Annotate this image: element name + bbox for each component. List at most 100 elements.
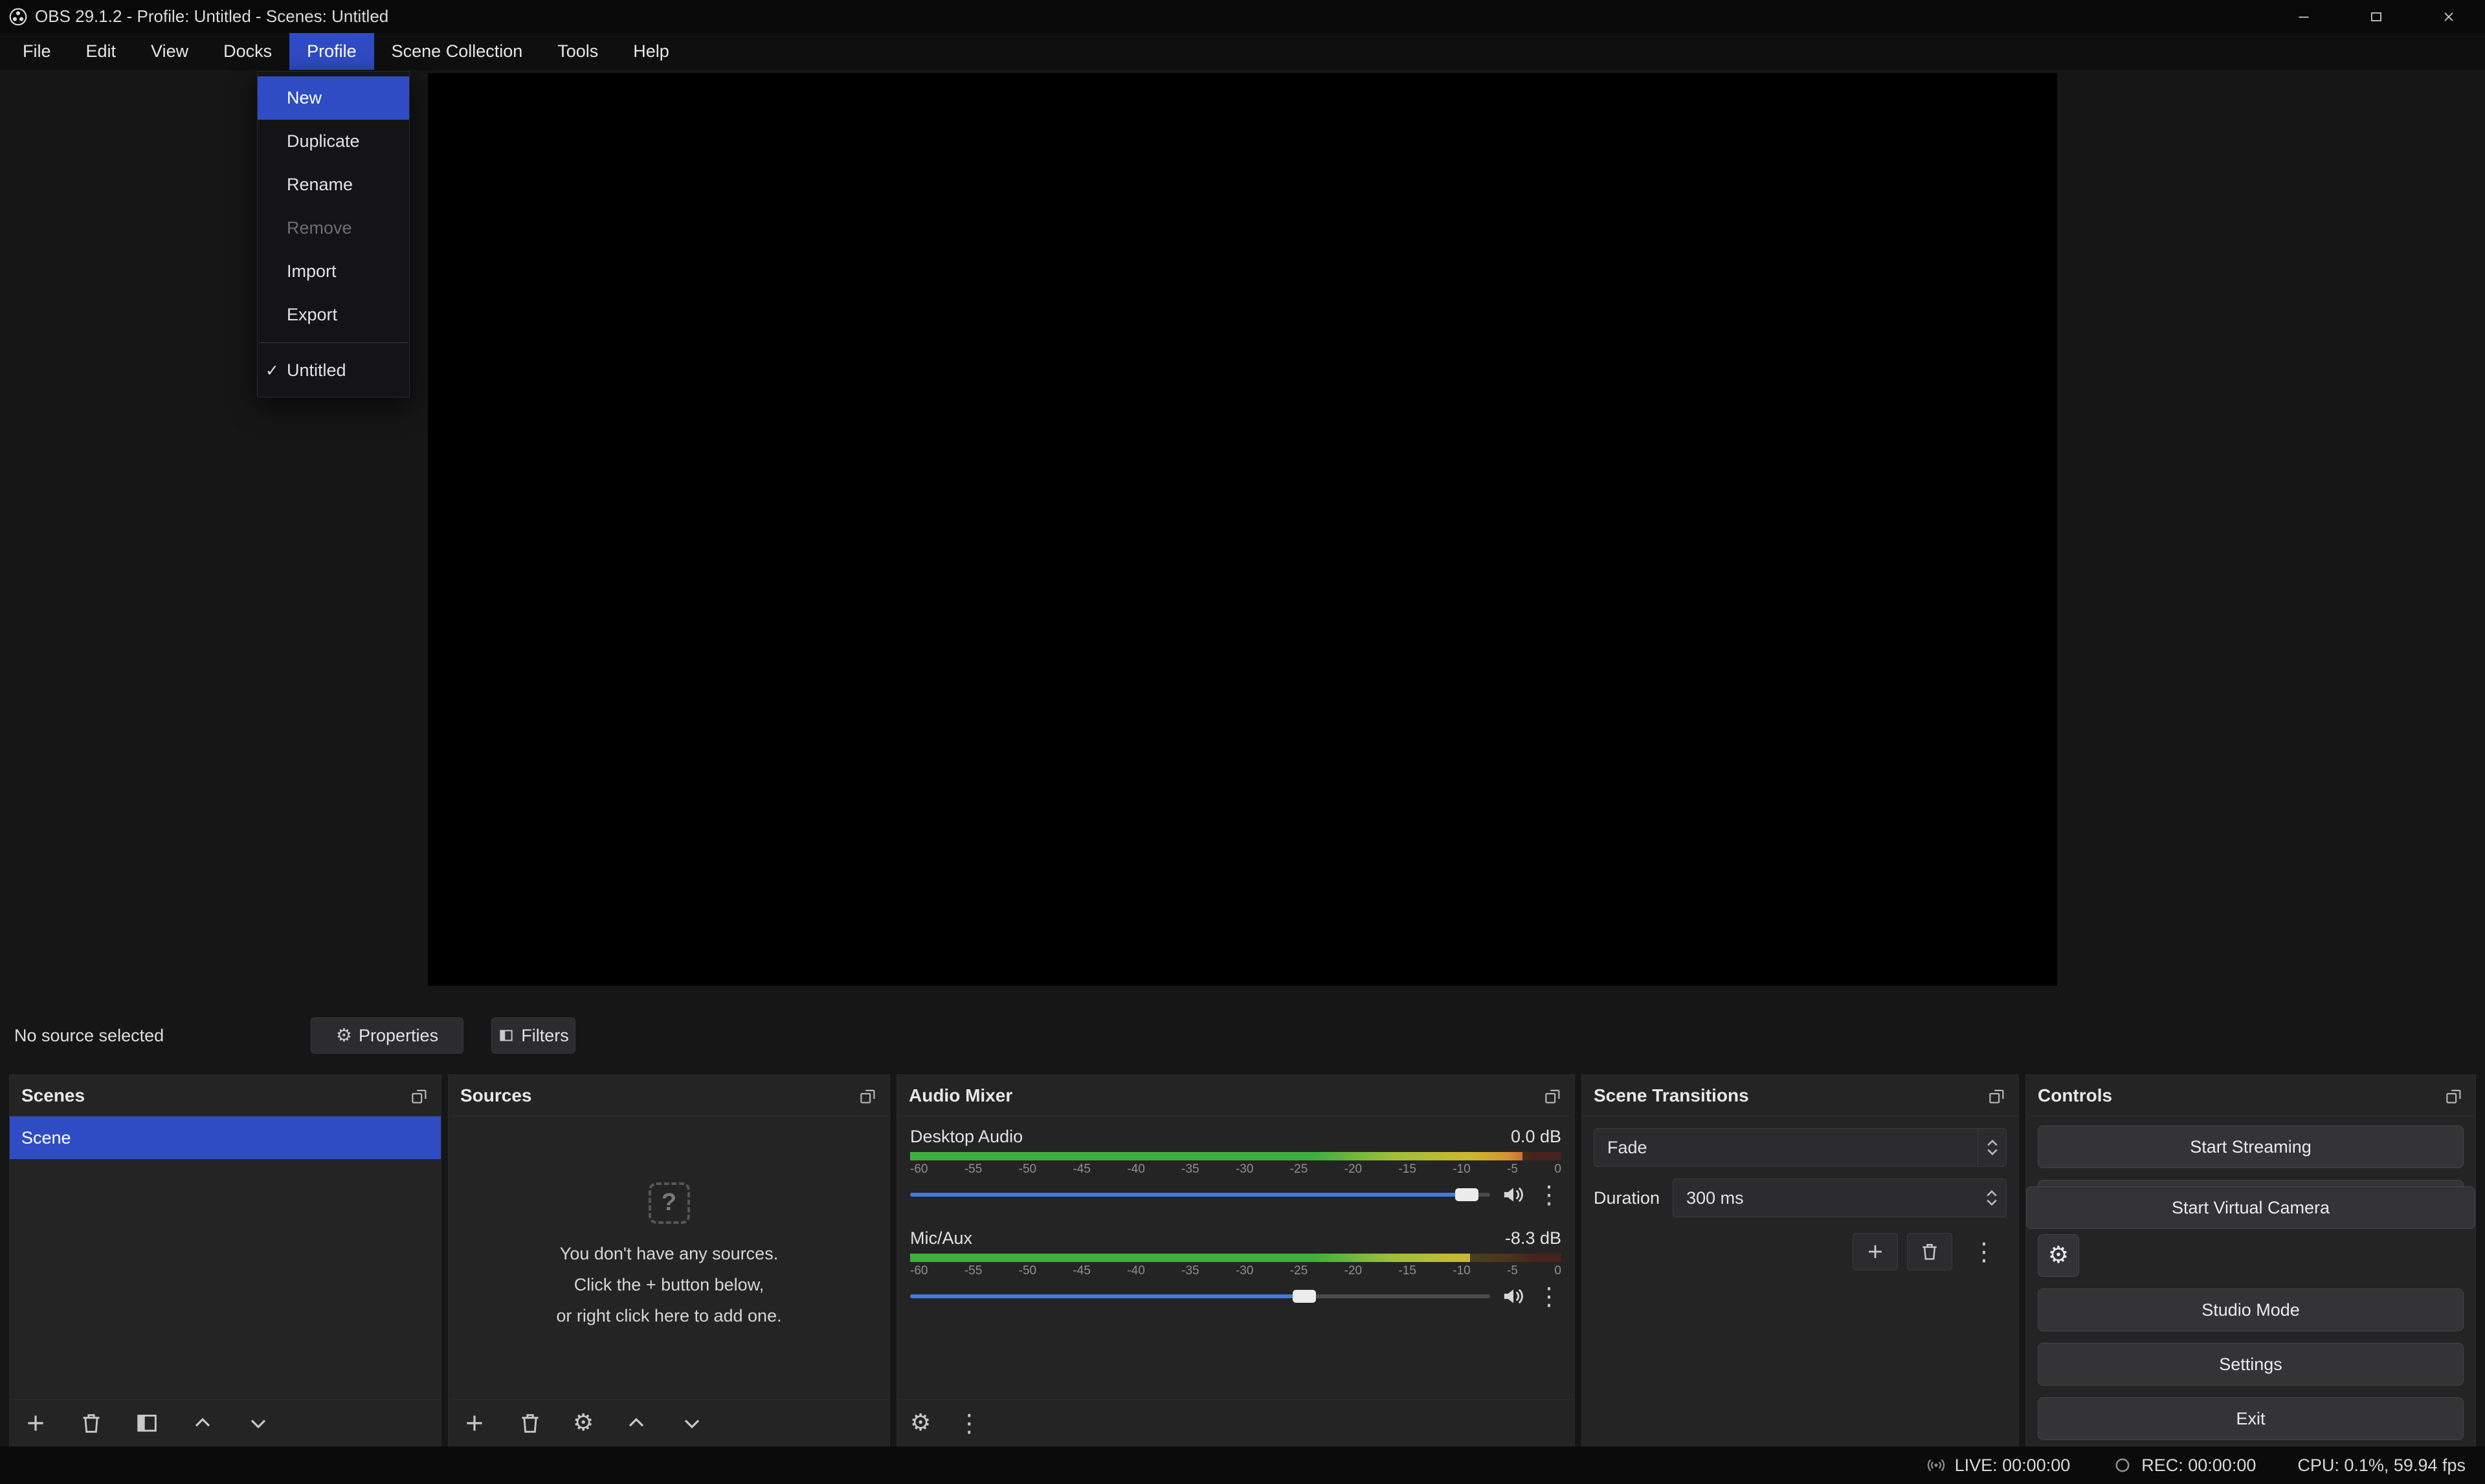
- scene-transitions-body: Fade Duration 300 ms: [1582, 1116, 2018, 1446]
- meter-tick-label: -40: [1127, 1162, 1144, 1177]
- combo-spinner-icon[interactable]: [1978, 1129, 2006, 1166]
- window-controls: [2268, 0, 2485, 33]
- rec-time-text: REC: 00:00:00: [2141, 1456, 2256, 1476]
- profile-menu-untitled[interactable]: ✓ Untitled: [258, 349, 409, 392]
- empty-text-line: Click the + button below,: [574, 1272, 764, 1298]
- volume-slider-handle[interactable]: [1455, 1188, 1478, 1201]
- transition-options-button[interactable]: ⋮: [1961, 1233, 2007, 1270]
- empty-text-line: or right click here to add one.: [556, 1303, 781, 1329]
- duration-spinbox[interactable]: 300 ms: [1673, 1179, 2007, 1217]
- meter-tick-label: -55: [964, 1162, 982, 1177]
- sources-dock: Sources ? You don't have any sources. Cl…: [448, 1074, 890, 1446]
- popout-icon[interactable]: [1543, 1086, 1563, 1105]
- audio-mixer-body: Desktop Audio 0.0 dB -60-55-50-45-40-35-…: [897, 1116, 1574, 1446]
- add-scene-icon[interactable]: [23, 1410, 49, 1436]
- mute-toggle-icon[interactable]: [1500, 1283, 1526, 1309]
- obs-logo-icon: [8, 6, 28, 27]
- meter-tick-label: -20: [1344, 1162, 1362, 1177]
- meter-tick-label: -50: [1019, 1162, 1036, 1177]
- meter-tick-label: -5: [1507, 1162, 1518, 1177]
- profile-menu-new[interactable]: New: [258, 76, 409, 120]
- volume-slider[interactable]: [910, 1193, 1490, 1197]
- menu-profile[interactable]: Profile: [289, 33, 374, 70]
- source-properties-icon[interactable]: ⚙: [573, 1412, 594, 1435]
- menu-view[interactable]: View: [133, 33, 206, 70]
- scenes-dock: Scenes Scene: [9, 1074, 441, 1446]
- mixer-settings-icon[interactable]: ⚙: [910, 1412, 931, 1435]
- channel-options-icon[interactable]: ⋮: [1537, 1284, 1561, 1309]
- audio-channel-mic: Mic/Aux -8.3 dB -60-55-50-45-40-35-30-25…: [910, 1228, 1561, 1307]
- scenes-toolbar: [10, 1399, 441, 1446]
- remove-transition-button[interactable]: [1907, 1233, 1952, 1270]
- meter-tick-label: -30: [1236, 1162, 1253, 1177]
- scene-list-item[interactable]: Scene: [10, 1116, 441, 1159]
- move-source-up-icon[interactable]: [623, 1410, 649, 1436]
- plus-icon: [1864, 1241, 1886, 1263]
- minimize-button[interactable]: [2268, 0, 2340, 33]
- transition-select[interactable]: Fade: [1594, 1128, 2007, 1167]
- mute-toggle-icon[interactable]: [1500, 1182, 1526, 1208]
- menu-docks[interactable]: Docks: [206, 33, 289, 70]
- add-source-icon[interactable]: [462, 1410, 487, 1436]
- profile-menu-rename[interactable]: Rename: [258, 163, 409, 206]
- audio-mixer-dock-header: Audio Mixer: [897, 1075, 1574, 1116]
- volume-slider[interactable]: [910, 1294, 1490, 1298]
- virtual-camera-settings-button[interactable]: ⚙: [2038, 1234, 2079, 1277]
- docks-row: Scenes Scene Sources ?: [0, 1074, 2485, 1446]
- properties-button[interactable]: ⚙ Properties: [311, 1017, 463, 1054]
- audio-mixer-dock-title: Audio Mixer: [909, 1085, 1012, 1106]
- start-virtual-camera-button[interactable]: Start Virtual Camera: [2026, 1186, 2475, 1229]
- kebab-icon: ⋮: [1972, 1239, 1996, 1264]
- sources-list[interactable]: ? You don't have any sources. Click the …: [449, 1116, 889, 1446]
- popout-icon[interactable]: [1987, 1086, 2007, 1105]
- exit-button[interactable]: Exit: [2038, 1397, 2464, 1440]
- start-streaming-button[interactable]: Start Streaming: [2038, 1125, 2464, 1168]
- scenes-list: Scene: [10, 1116, 441, 1446]
- live-time-text: LIVE: 00:00:00: [1955, 1456, 2071, 1476]
- settings-button[interactable]: Settings: [2038, 1343, 2464, 1386]
- meter-tick-label: -55: [964, 1264, 982, 1278]
- remove-scene-icon[interactable]: [78, 1410, 104, 1436]
- popout-icon[interactable]: [410, 1086, 429, 1105]
- meter-tick-label: -45: [1073, 1162, 1090, 1177]
- popout-icon[interactable]: [858, 1086, 878, 1105]
- filters-button[interactable]: Filters: [491, 1017, 575, 1054]
- menu-file[interactable]: File: [5, 33, 69, 70]
- menu-edit[interactable]: Edit: [69, 33, 134, 70]
- move-scene-down-icon[interactable]: [245, 1410, 271, 1436]
- add-transition-button[interactable]: [1853, 1233, 1898, 1270]
- scene-filters-icon[interactable]: [134, 1410, 160, 1436]
- close-button[interactable]: [2413, 0, 2485, 33]
- meter-tick-label: -50: [1019, 1264, 1036, 1278]
- record-icon: [2112, 1454, 2134, 1476]
- preview-canvas[interactable]: [428, 73, 2057, 986]
- profile-menu-export[interactable]: Export: [258, 293, 409, 337]
- popout-icon[interactable]: [2444, 1086, 2464, 1105]
- volume-meter: [910, 1254, 1561, 1262]
- meter-tick-label: 0: [1554, 1162, 1561, 1177]
- channel-options-icon[interactable]: ⋮: [1537, 1182, 1561, 1207]
- menu-scene-collection[interactable]: Scene Collection: [374, 33, 540, 70]
- mixer-toolbar: ⚙ ⋮: [897, 1399, 1574, 1446]
- move-source-down-icon[interactable]: [679, 1410, 705, 1436]
- meter-tick-label: -5: [1507, 1264, 1518, 1278]
- meter-scale: -60-55-50-45-40-35-30-25-20-15-10-50: [910, 1162, 1561, 1177]
- move-scene-up-icon[interactable]: [190, 1410, 216, 1436]
- meter-tick-label: -10: [1453, 1264, 1470, 1278]
- sources-empty-state: ? You don't have any sources. Click the …: [449, 1116, 889, 1394]
- profile-menu-import[interactable]: Import: [258, 250, 409, 293]
- remove-source-icon[interactable]: [517, 1410, 543, 1436]
- volume-slider-handle[interactable]: [1293, 1290, 1316, 1303]
- channel-volume-db: 0.0 dB: [1511, 1127, 1561, 1147]
- system-stats: CPU: 0.1%, 59.94 fps: [2297, 1456, 2466, 1476]
- menu-tools[interactable]: Tools: [540, 33, 616, 70]
- maximize-button[interactable]: [2340, 0, 2413, 33]
- mixer-options-icon[interactable]: ⋮: [957, 1411, 981, 1435]
- profile-menu-duplicate[interactable]: Duplicate: [258, 120, 409, 163]
- duration-value: 300 ms: [1686, 1188, 1744, 1208]
- duration-spinner-icon[interactable]: [1978, 1179, 2006, 1217]
- meter-tick-label: -20: [1344, 1264, 1362, 1278]
- menu-help[interactable]: Help: [616, 33, 687, 70]
- studio-mode-button[interactable]: Studio Mode: [2038, 1289, 2464, 1331]
- menubar: File Edit View Docks Profile Scene Colle…: [0, 33, 2485, 70]
